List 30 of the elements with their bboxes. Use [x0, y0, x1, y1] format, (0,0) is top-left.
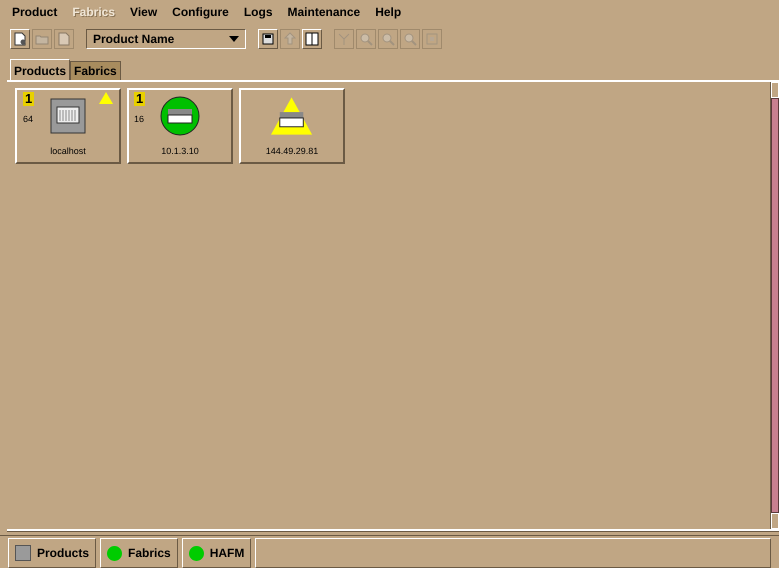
status-tab[interactable]: Products — [8, 538, 96, 568]
product-name: 10.1.3.10 — [161, 146, 199, 156]
status-label: Fabrics — [128, 546, 171, 560]
alert-badge: 1 — [23, 92, 34, 106]
menu-item[interactable]: Maintenance — [288, 5, 360, 19]
save-icon[interactable] — [258, 29, 278, 49]
tab[interactable]: Products — [10, 59, 70, 80]
product-name: localhost — [50, 146, 86, 156]
tab[interactable]: Fabrics — [70, 61, 121, 80]
alert-badge: 1 — [134, 92, 146, 106]
status-label: HAFM — [210, 546, 244, 560]
product-name: 144.49.29.81 — [266, 146, 318, 156]
menu-item[interactable]: View — [130, 5, 158, 19]
menu-item[interactable]: Help — [375, 5, 402, 19]
status-label: Products — [37, 546, 90, 560]
product-card[interactable]: 1 16 10.1.3.10 — [127, 88, 233, 164]
sort-dropdown[interactable]: Product Name — [86, 29, 246, 49]
menu-item[interactable]: Logs — [244, 5, 273, 19]
status-tab[interactable]: Fabrics — [100, 538, 178, 568]
port-count: 64 — [23, 114, 34, 124]
sort-icon[interactable] — [302, 29, 322, 49]
scrollbar[interactable] — [770, 82, 779, 529]
menu-item[interactable]: Configure — [172, 5, 229, 19]
product-card[interactable]: 1 64 localhost — [15, 88, 121, 164]
port-count: 16 — [134, 114, 144, 124]
caret-icon — [229, 36, 239, 42]
new-doc-icon[interactable] — [10, 29, 30, 49]
menu-item[interactable]: Product — [12, 5, 58, 19]
status-tab[interactable]: HAFM — [182, 538, 252, 568]
product-card[interactable]: 144.49.29.81 — [239, 88, 345, 164]
